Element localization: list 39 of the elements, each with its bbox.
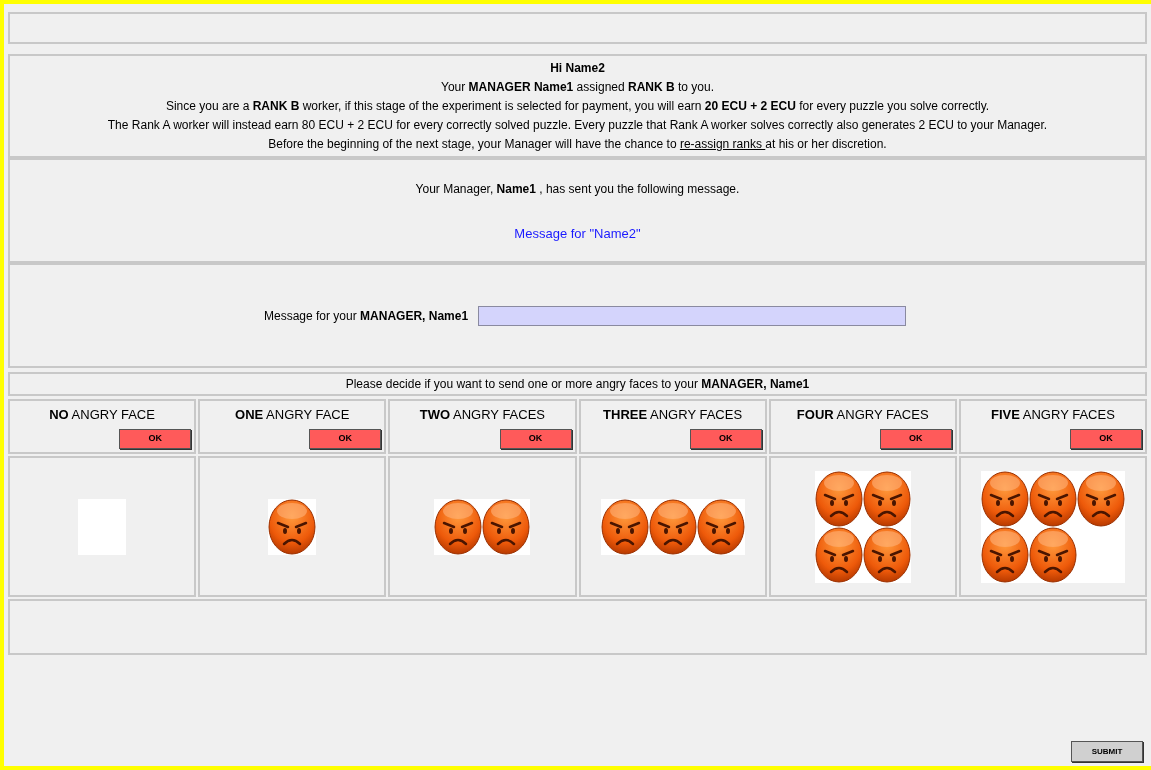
angry-face-icon — [862, 470, 911, 527]
option-label: TWO ANGRY FACES — [419, 406, 546, 424]
ok-button[interactable]: OK — [309, 428, 382, 449]
angry-face-icon — [980, 526, 1029, 583]
info-text: Your MANAGER Name1 assigned RANK B to you. — [441, 79, 714, 96]
angry-face-icon — [814, 526, 863, 583]
ok-button[interactable]: OK — [689, 428, 762, 449]
option-label: THREE ANGRY FACES — [603, 406, 743, 424]
received-message: Message for "Name2" — [514, 225, 641, 243]
greeting: Hi Name2 — [550, 60, 605, 77]
angry-face-icon — [696, 498, 745, 555]
info-text: Since you are a RANK B worker, if this stage of the experiment is selected for payment, you will earn 20 ECU + 2 ECU for every puzzle you solve correctly. — [165, 98, 990, 115]
angry-face-icon — [1028, 470, 1077, 527]
message-intro: Your Manager, Name1 , has sent you the following message. — [415, 181, 740, 198]
ok-button[interactable]: OK — [879, 428, 952, 449]
ok-button[interactable]: OK — [119, 428, 192, 449]
option-label: FOUR ANGRY FACES — [796, 406, 929, 424]
option-label: NO ANGRY FACE — [49, 406, 155, 424]
angry-face-icon — [434, 498, 483, 555]
option-label: ONE ANGRY FACE — [235, 406, 350, 424]
ok-button[interactable]: OK — [1070, 428, 1142, 449]
ok-button[interactable]: OK — [499, 428, 572, 449]
reassign-ranks-link[interactable]: re-assign ranks — [679, 137, 766, 151]
angry-face-icon — [648, 498, 697, 555]
angry-face-icon — [482, 498, 531, 555]
field-label: Message for your MANAGER, Name1 — [264, 307, 469, 325]
message-input-field[interactable] — [478, 305, 907, 326]
angry-face-icon — [600, 498, 649, 555]
angry-face-icon — [814, 470, 863, 527]
angry-face-icon — [268, 498, 317, 555]
decision-prompt: Please decide if you want to send one or more angry faces to your MANAGER, Name1 — [345, 376, 810, 393]
info-text: The Rank A worker will instead earn 80 ECU + 2 ECU for every correctly solved puzzle. Every puzzle that Rank A worker solves correctly also generates 2 ECU to your Manager. — [107, 117, 1048, 134]
option-label: FIVE ANGRY FACES — [991, 406, 1115, 424]
info-text: Before the beginning of the next stage, your Manager will have the chance to re-assign ranks at his or her discretion. — [268, 136, 887, 153]
angry-face-icon — [1028, 526, 1077, 583]
angry-face-icon — [1076, 470, 1125, 527]
angry-face-icon — [980, 470, 1029, 527]
angry-face-icon — [862, 526, 911, 583]
submit-button[interactable]: SUBMIT — [1071, 741, 1143, 762]
